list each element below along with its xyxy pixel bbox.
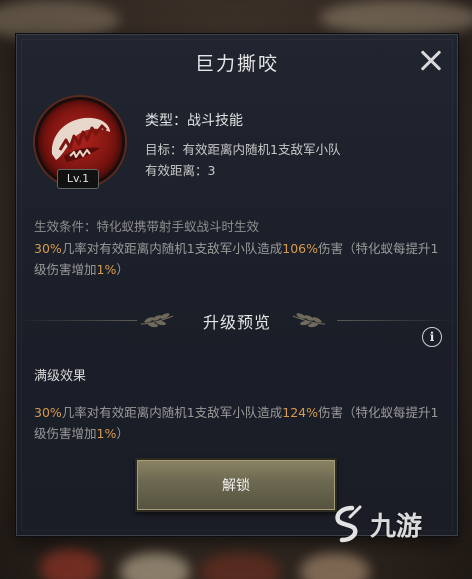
effect-text: ） xyxy=(116,426,129,441)
effect-text: 几率对有效距离内随机1支敌军小队造成 xyxy=(61,405,283,420)
upgrade-preview-divider: 升级预览 xyxy=(17,301,457,341)
effect-increment: 1% xyxy=(96,262,117,277)
skill-type: 类型：战斗技能 xyxy=(145,113,243,129)
current-effect-description: 30%几率对有效距离内随机1支敌军小队造成106%伤害（特化蚁每提升1级伤害增加… xyxy=(34,238,444,280)
dialog-title: 巨力撕咬 xyxy=(194,52,279,75)
skill-level-badge: Lv.1 xyxy=(57,169,99,189)
background-blur xyxy=(120,552,190,579)
skill-range: 有效距离：3 xyxy=(145,163,216,178)
effect-damage-percent: 124% xyxy=(282,405,319,420)
background-blur xyxy=(300,552,370,579)
watermark-text: 九游 xyxy=(370,510,423,541)
close-icon[interactable] xyxy=(415,45,447,77)
effect-text: 几率对有效距离内随机1支敌军小队造成 xyxy=(61,241,283,256)
unlock-button[interactable]: 解锁 xyxy=(135,458,337,512)
effect-increment: 1% xyxy=(96,426,117,441)
max-level-label: 满级效果 xyxy=(34,369,87,384)
effect-text: ） xyxy=(116,262,129,277)
effect-damage-percent: 106% xyxy=(282,241,319,256)
jiuyou-logo-icon xyxy=(335,505,362,543)
dialog-header: 巨力撕咬 xyxy=(17,35,457,89)
background-blur xyxy=(320,0,472,36)
effect-condition: 生效条件：特化蚁携带射手蚁战斗时生效 xyxy=(34,219,260,234)
skill-detail-dialog: 巨力撕咬 Lv.1 类型：战斗技能 目标：有效距离内随机1支敌军小队 有效距离：… xyxy=(16,34,458,536)
max-effect-description: 30%几率对有效距离内随机1支敌军小队造成124%伤害（特化蚁每提升1级伤害增加… xyxy=(34,402,444,444)
effect-chance: 30% xyxy=(34,241,62,256)
background-blur xyxy=(40,548,100,579)
background-blur xyxy=(200,552,280,579)
info-icon[interactable]: i xyxy=(422,327,442,347)
watermark: 九游 xyxy=(330,505,422,543)
upgrade-preview-title: 升级预览 xyxy=(202,313,271,332)
effect-chance: 30% xyxy=(34,405,62,420)
skill-target: 目标：有效距离内随机1支敌军小队 xyxy=(145,142,341,157)
